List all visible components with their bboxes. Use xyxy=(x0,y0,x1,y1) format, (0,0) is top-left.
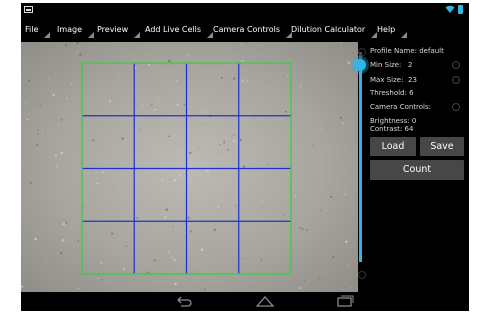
counting-grid xyxy=(21,42,352,292)
menu-bar: File Image Preview Add Live Cells Camera… xyxy=(21,18,469,42)
profile-name-label: Profile Name: default xyxy=(370,47,444,55)
navigation-bar xyxy=(21,292,469,311)
menu-camera-controls[interactable]: Camera Controls xyxy=(213,24,293,38)
recent-apps-icon[interactable] xyxy=(335,294,355,308)
max-size-radio[interactable] xyxy=(452,76,460,84)
count-button[interactable]: Count xyxy=(370,160,464,180)
save-button[interactable]: Save xyxy=(420,137,464,156)
camera-controls-label: Camera Controls: xyxy=(370,103,432,111)
menu-file[interactable]: File xyxy=(25,24,52,38)
gallery-notification-icon xyxy=(24,6,33,13)
menu-add-live-cells[interactable]: Add Live Cells xyxy=(145,24,214,38)
min-size-label: Min Size: xyxy=(370,61,402,69)
home-icon[interactable] xyxy=(255,294,275,308)
tablet-screen: File Image Preview Add Live Cells Camera… xyxy=(21,3,469,311)
contrast-label: Contrast: 64 xyxy=(370,125,414,133)
max-size-label: Max Size: xyxy=(370,76,404,84)
menu-help[interactable]: Help xyxy=(377,24,408,38)
brightness-slider-thumb[interactable] xyxy=(354,58,366,71)
menu-dilution-calculator[interactable]: Dilution Calculator xyxy=(291,24,378,38)
min-size-value: 2 xyxy=(408,61,413,69)
threshold-label: Threshold: 6 xyxy=(370,89,414,97)
brightness-slider-fill xyxy=(359,64,362,262)
menu-preview[interactable]: Preview xyxy=(97,24,141,38)
bottom-radio[interactable] xyxy=(358,271,366,279)
min-size-radio[interactable] xyxy=(452,61,460,69)
max-size-value: 23 xyxy=(408,76,417,84)
camera-controls-radio[interactable] xyxy=(452,103,460,111)
battery-icon xyxy=(458,5,463,14)
menu-image[interactable]: Image xyxy=(57,24,95,38)
control-panel: Profile Name: default Min Size: 2 Max Si… xyxy=(358,42,469,292)
load-button[interactable]: Load xyxy=(370,137,416,156)
wifi-icon xyxy=(445,5,455,13)
status-bar xyxy=(21,3,469,17)
camera-preview[interactable] xyxy=(21,42,358,292)
back-icon[interactable] xyxy=(174,294,194,308)
